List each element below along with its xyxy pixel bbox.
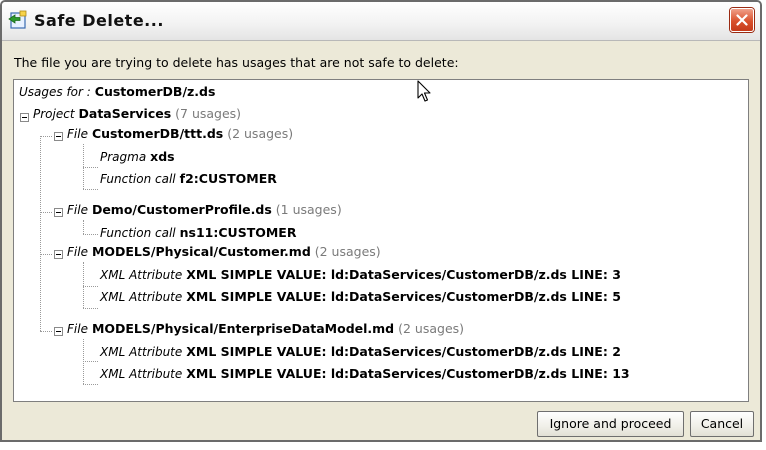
usages-for-label: Usages for : (19, 85, 91, 99)
node-kind: File (67, 203, 88, 217)
usage-kind: XML Attribute (100, 290, 183, 304)
safe-delete-icon (8, 10, 28, 30)
usages-target: CustomerDB/z.ds (94, 84, 216, 99)
usage-count: (1 usages) (275, 202, 342, 217)
safe-delete-dialog: Safe Delete... The file you are trying t… (0, 0, 762, 442)
dialog-title: Safe Delete... (34, 11, 164, 30)
ignore-and-proceed-button[interactable]: Ignore and proceed (537, 411, 684, 437)
tree-node-usage[interactable]: Function call ns11:CUSTOMER (100, 224, 296, 242)
tree-node-file[interactable]: File CustomerDB/ttt.ds (2 usages) (67, 125, 293, 143)
collapse-icon[interactable] (54, 327, 63, 336)
collapse-icon[interactable] (54, 250, 63, 259)
usage-kind: XML Attribute (100, 367, 183, 381)
node-kind: Project (33, 107, 75, 121)
mouse-pointer-icon (417, 80, 431, 102)
usage-count: (2 usages) (314, 244, 381, 259)
tree-line (40, 136, 41, 331)
usages-for-header: Usages for : CustomerDB/z.ds (19, 83, 215, 101)
tree-node-usage[interactable]: Function call f2:CUSTOMER (100, 170, 277, 188)
usage-kind: Function call (100, 172, 176, 186)
tree-node-usage[interactable]: XML Attribute XML SIMPLE VALUE: ld:DataS… (100, 365, 630, 383)
tree-line (83, 286, 98, 287)
usage-count: (7 usages) (175, 106, 242, 121)
node-name: CustomerDB/ttt.ds (91, 126, 224, 141)
cancel-button[interactable]: Cancel (690, 411, 754, 437)
usage-kind: XML Attribute (100, 268, 183, 282)
usage-value: ns11:CUSTOMER (179, 225, 297, 240)
tree-line (83, 167, 98, 168)
tree-line (83, 189, 98, 190)
collapse-icon[interactable] (20, 113, 29, 122)
usage-kind: XML Attribute (100, 345, 183, 359)
tree-node-usage[interactable]: XML Attribute XML SIMPLE VALUE: ld:DataS… (100, 266, 621, 284)
usage-kind: Function call (100, 226, 176, 240)
collapse-icon[interactable] (54, 132, 63, 141)
tree-node-project[interactable]: Project DataServices (7 usages) (33, 105, 241, 123)
node-name: MODELS/Physical/Customer.md (91, 244, 311, 259)
close-button[interactable] (730, 8, 754, 32)
usage-value: xds (150, 149, 175, 164)
tree-node-file[interactable]: File MODELS/Physical/EnterpriseDataModel… (67, 320, 464, 338)
tree-node-usage[interactable]: XML Attribute XML SIMPLE VALUE: ld:DataS… (100, 343, 621, 361)
tree-node-file[interactable]: File Demo/CustomerProfile.ds (1 usages) (67, 201, 342, 219)
tree-line (83, 234, 98, 235)
node-name: Demo/CustomerProfile.ds (91, 202, 272, 217)
tree-node-file[interactable]: File MODELS/Physical/Customer.md (2 usag… (67, 243, 381, 261)
node-kind: File (67, 127, 88, 141)
tree-line (83, 262, 84, 308)
tree-line (83, 384, 98, 385)
tree-line (40, 254, 52, 255)
usage-value: XML SIMPLE VALUE: ld:DataServices/Custom… (186, 289, 621, 304)
node-name: MODELS/Physical/EnterpriseDataModel.md (91, 321, 395, 336)
tree-line (40, 136, 52, 137)
usage-value: f2:CUSTOMER (179, 171, 277, 186)
node-kind: File (67, 322, 88, 336)
usage-value: XML SIMPLE VALUE: ld:DataServices/Custom… (186, 344, 621, 359)
collapse-icon[interactable] (54, 208, 63, 217)
usage-value: XML SIMPLE VALUE: ld:DataServices/Custom… (186, 267, 621, 282)
tree-node-usage[interactable]: XML Attribute XML SIMPLE VALUE: ld:DataS… (100, 288, 621, 306)
tree-line (83, 308, 98, 309)
usage-kind: Pragma (100, 150, 147, 164)
usages-tree[interactable]: Usages for : CustomerDB/z.ds Project Dat… (13, 79, 749, 402)
usage-count: (2 usages) (398, 321, 465, 336)
usage-count: (2 usages) (227, 126, 294, 141)
close-icon (736, 14, 748, 26)
tree-line (40, 212, 52, 213)
tree-line (83, 361, 98, 362)
title-bar[interactable]: Safe Delete... (2, 2, 760, 41)
node-name: DataServices (78, 106, 172, 121)
tree-node-usage[interactable]: Pragma xds (100, 148, 175, 166)
node-kind: File (67, 245, 88, 259)
warning-message: The file you are trying to delete has us… (14, 55, 459, 70)
tree-line (40, 331, 52, 332)
usage-value: XML SIMPLE VALUE: ld:DataServices/Custom… (186, 366, 630, 381)
tree-line (83, 220, 84, 234)
